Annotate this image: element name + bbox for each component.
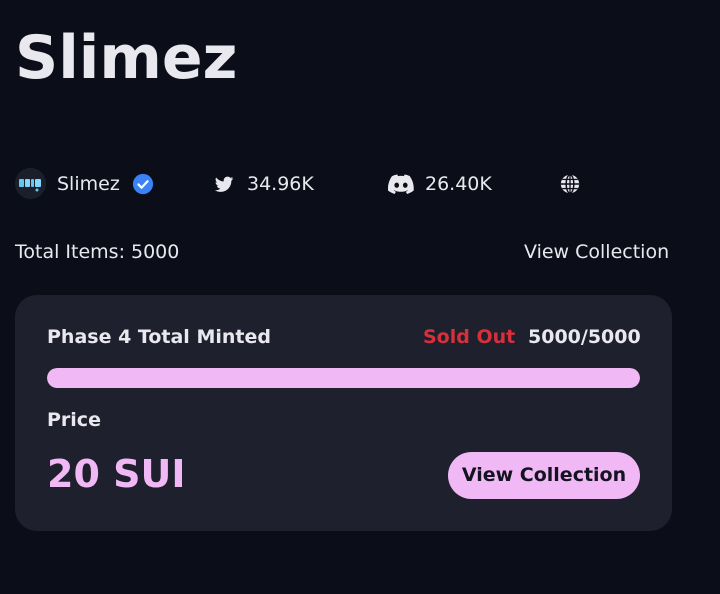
price-value: 20 SUI [47, 452, 186, 496]
discord-icon[interactable] [388, 173, 414, 195]
twitter-icon[interactable] [213, 173, 235, 195]
drip-logo-icon [15, 168, 46, 199]
social-row: Slimez 34.96K 26.40K [15, 168, 705, 200]
creator-avatar[interactable] [15, 168, 46, 199]
mint-card: Phase 4 Total Minted Sold Out 5000/5000 … [15, 295, 672, 531]
minted-count: 5000/5000 [528, 326, 641, 348]
mint-progress-bar [47, 368, 640, 388]
globe-icon[interactable] [559, 173, 581, 195]
price-label: Price [47, 409, 101, 431]
total-items: Total Items: 5000 [15, 241, 180, 263]
sold-out-status: Sold Out [423, 326, 516, 348]
mint-progress-fill [47, 368, 640, 388]
view-collection-button[interactable]: View Collection [448, 452, 640, 499]
view-collection-link[interactable]: View Collection [524, 239, 669, 265]
verified-check-icon [132, 173, 154, 195]
twitter-followers: 34.96K [247, 173, 314, 195]
phase-label: Phase 4 Total Minted [47, 326, 271, 348]
collection-title: Slimez [15, 23, 238, 93]
creator-name[interactable]: Slimez [57, 171, 120, 197]
discord-members: 26.40K [425, 173, 492, 195]
